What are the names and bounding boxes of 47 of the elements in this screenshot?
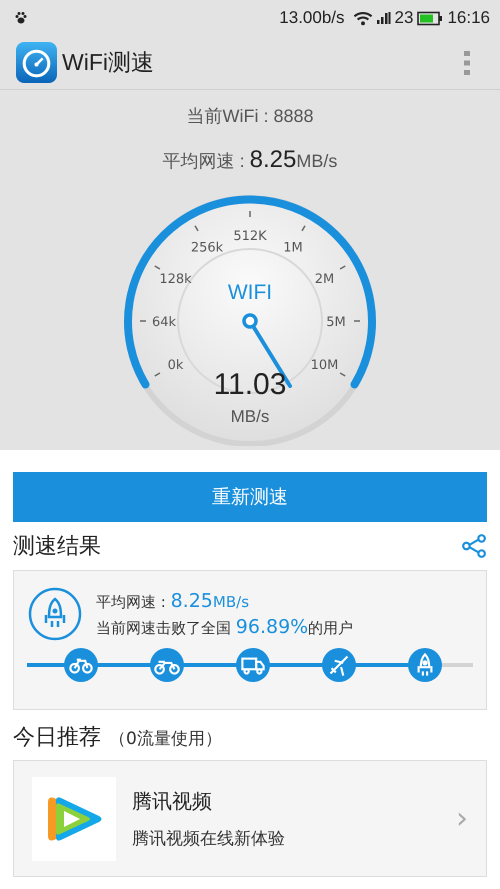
share-icon[interactable] [461, 533, 487, 559]
retest-button[interactable]: 重新测速 [13, 472, 487, 522]
app-title: WiFi测速 [62, 48, 154, 77]
gauge-scale-label: 64k [152, 315, 176, 330]
app-card[interactable]: 腾讯视频 腾讯视频在线新体验 › [13, 760, 487, 877]
gauge-scale-label: 0k [168, 358, 184, 373]
average-unit: MB/s [212, 593, 250, 611]
app-logo-icon [16, 42, 57, 83]
gauge-scale-label: 2M [314, 272, 334, 287]
signal-icon [376, 11, 391, 25]
chevron: › [456, 801, 468, 836]
average-label: 平均网速 : [96, 593, 167, 611]
average-label: 平均网速 : [162, 151, 246, 171]
network-speed: 13.00b/s [279, 8, 345, 28]
app-name: 腾讯视频 [132, 788, 213, 814]
gauge-unit: MB/s [230, 407, 270, 426]
paw-icon [14, 11, 28, 25]
app-description: 腾讯视频在线新体验 [132, 828, 286, 850]
signal-text: 23 [394, 8, 414, 28]
more-menu-icon[interactable] [464, 50, 470, 74]
gauge-scale-label: 1M [283, 240, 303, 256]
wifi-name: 8888 [273, 106, 314, 126]
gauge-scale-label: 10M [310, 358, 338, 373]
rank-text: 当前网速击败了全国 [96, 619, 232, 637]
section-title: 测速结果 [13, 533, 101, 561]
average-unit: MB/s [296, 151, 338, 171]
section-note: （0流量使用） [109, 728, 222, 750]
rocket-icon [28, 587, 82, 641]
clock: 16:16 [447, 8, 490, 28]
gauge-scale-label: 128k [159, 272, 192, 287]
average-value: 8.25 [250, 146, 296, 173]
gauge-scale-label: 5M [326, 315, 346, 330]
motorbike-icon [150, 648, 184, 682]
gauge-scale-label: 512K [233, 229, 267, 244]
rank-text: 的用户 [308, 619, 354, 637]
gauge-scale-label: 256k [190, 240, 224, 256]
wifi-icon [352, 10, 373, 26]
gauge-value: 11.03 [214, 368, 286, 401]
average-value: 8.25 [170, 590, 213, 612]
battery-icon [417, 10, 444, 26]
truck-icon [236, 648, 270, 682]
bicycle-icon [64, 648, 98, 682]
section-title: 今日推荐 [13, 724, 101, 752]
rank-percent: 96.89% [236, 616, 308, 638]
gauge-title: WIFI [228, 281, 272, 304]
wifi-label: 当前WiFi : [186, 106, 270, 126]
rocket-icon [408, 648, 442, 682]
